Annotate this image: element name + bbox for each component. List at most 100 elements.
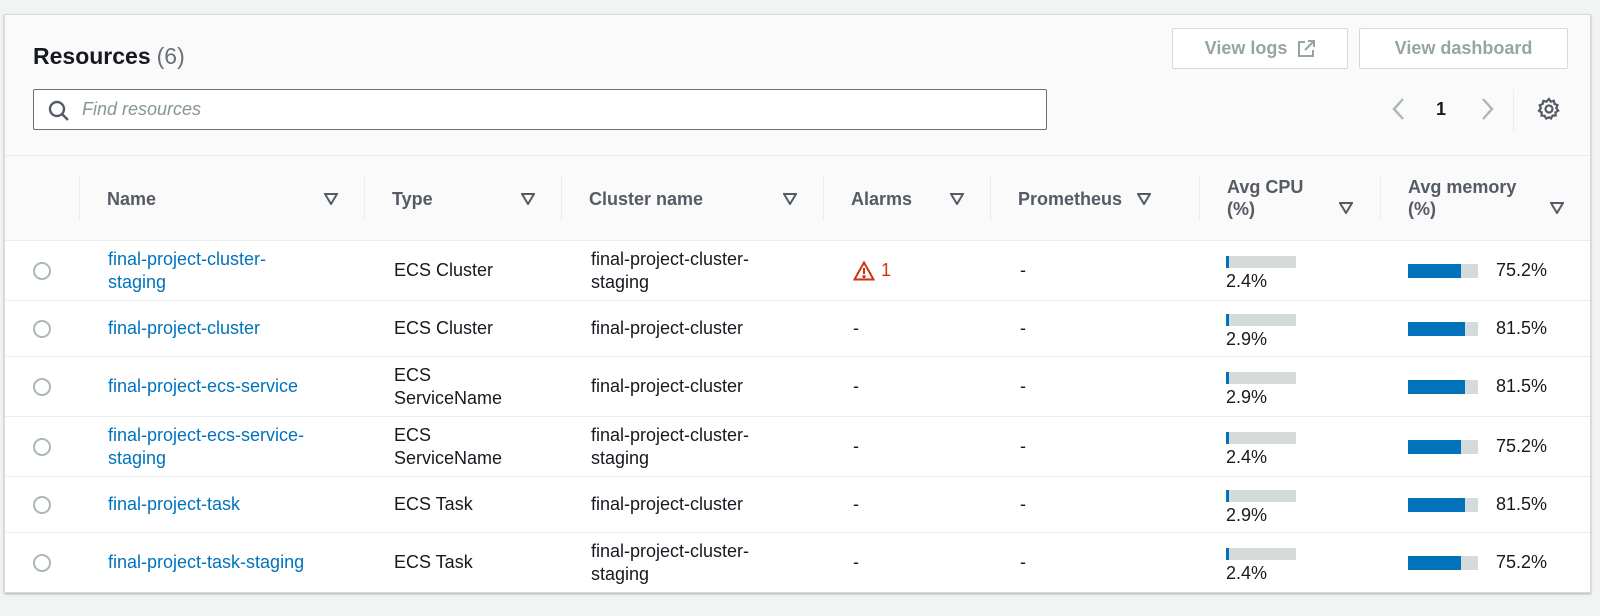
resource-link[interactable]: final-project-cluster-staging [108,248,266,294]
cpu-cell: 2.9% [1226,477,1366,532]
alarm-indicator[interactable]: 1 [853,259,891,282]
page-number[interactable]: 1 [1436,97,1446,121]
alarm-value: - [853,552,859,572]
column-alarms[interactable]: Alarms [823,156,990,241]
column-type[interactable]: Type [364,156,561,241]
cell-line: ServiceName [394,447,503,468]
cpu-progress-bar [1226,371,1296,384]
row-radio[interactable] [33,319,51,338]
column-label-line: Avg memory [1408,177,1517,197]
cpu-progress-fill [1226,255,1229,268]
view-logs-label: View logs [1204,38,1288,58]
memory-value: 81.5% [1496,494,1548,514]
cell-line: ServiceName [394,387,503,408]
cpu-cell: 2.4% [1226,241,1366,300]
resource-link[interactable]: final-project-cluster [108,317,260,340]
memory-progress-bar [1408,439,1478,454]
cpu-cell: 2.9% [1226,357,1366,416]
column-label: Avg memory (%) [1408,176,1516,220]
column-name[interactable]: Name [79,156,364,241]
type-value: ECS Cluster [394,259,493,282]
sort-caret-icon [1339,202,1353,214]
cpu-meter: 2.4% [1226,547,1296,584]
alarm-count: 1 [881,260,892,280]
column-label: Alarms [851,188,913,209]
cluster-value: final-project-cluster-staging [591,540,749,586]
column-label: Type [392,188,433,209]
column-divider [823,176,824,221]
type-cell: ECS Cluster [394,241,554,300]
cell-line: final-project-task [108,494,241,514]
row-radio[interactable] [33,495,51,514]
cluster-cell: final-project-cluster [591,477,816,532]
alarms-cell: - [853,301,983,356]
cluster-cell: final-project-cluster-staging [591,241,816,300]
name-cell: final-project-task [108,477,358,532]
type-value: ECS Task [394,493,473,516]
column-avg-cpu[interactable]: Avg CPU (%) [1199,156,1380,241]
cell-line: final-project-cluster [591,494,744,514]
column-cluster-name[interactable]: Cluster name [561,156,823,241]
cluster-value: final-project-cluster-staging [591,424,749,470]
table-row[interactable]: final-project-task ECS Task final-projec… [5,477,1590,533]
cell-line: final-project-task-staging [108,552,305,572]
row-radio[interactable] [33,553,51,572]
cell-line: staging [591,271,650,292]
column-divider [79,176,80,221]
cpu-progress-fill [1226,547,1229,560]
chevron-left-icon[interactable] [1391,97,1407,121]
resource-link[interactable]: final-project-task [108,493,240,516]
cpu-progress-bar [1226,431,1296,444]
resource-count: (6) [156,43,185,69]
view-logs-button[interactable]: View logs [1172,28,1348,69]
resource-link[interactable]: final-project-ecs-service-staging [108,424,304,470]
prometheus-cell: - [1020,241,1170,300]
alarm-value: - [853,494,859,514]
cpu-value: 2.4% [1226,562,1268,583]
search-input[interactable] [82,90,1032,129]
memory-progress-fill [1408,555,1461,570]
row-radio[interactable] [33,437,51,456]
cpu-meter: 2.9% [1226,489,1296,526]
panel-header: Resources(6) View logs View dashboard 1 [5,15,1590,156]
row-radio[interactable] [33,377,51,396]
type-cell: ECS Task [394,477,554,532]
table-row[interactable]: final-project-task-staging ECS Task fina… [5,533,1590,592]
gear-icon[interactable] [1537,97,1561,121]
column-label: Cluster name [589,188,704,209]
memory-value: 81.5% [1496,318,1548,338]
cell-line: ECS Cluster [394,318,494,338]
cluster-value: final-project-cluster [591,375,743,398]
cell-line: staging [108,447,167,468]
cell-line: final-project-cluster- [591,424,750,445]
type-value: ECS ServiceName [394,424,502,470]
table-row[interactable]: final-project-cluster ECS Cluster final-… [5,301,1590,357]
cpu-meter: 2.9% [1226,313,1296,350]
memory-progress-fill [1408,497,1466,512]
column-prometheus[interactable]: Prometheus [990,156,1179,241]
column-label-line: (%) [1227,199,1255,219]
alarm-value: - [853,436,859,456]
cell-line: staging [108,271,167,292]
prometheus-value: - [1020,318,1026,338]
resource-link[interactable]: final-project-ecs-service [108,375,298,398]
type-value: ECS ServiceName [394,364,502,410]
alarms-cell: 1 [853,241,983,300]
table-row[interactable]: final-project-ecs-service-staging ECS Ser… [5,417,1590,477]
type-cell: ECS ServiceName [394,357,554,416]
table-row[interactable]: final-project-ecs-service ECS ServiceName… [5,357,1590,417]
cluster-value: final-project-cluster [591,493,743,516]
memory-progress-bar [1408,263,1478,278]
cpu-value: 2.9% [1226,328,1268,349]
row-radio[interactable] [33,261,51,280]
prometheus-cell: - [1020,533,1170,592]
sort-caret-icon [950,193,964,205]
title-text: Resources [33,43,151,69]
view-dashboard-button[interactable]: View dashboard [1359,28,1568,69]
column-avg-memory[interactable]: Avg memory (%) [1380,156,1592,241]
memory-value: 75.2% [1496,260,1548,280]
table-row[interactable]: final-project-cluster-staging ECS Cluste… [5,241,1590,301]
column-label-line: (%) [1408,199,1436,219]
resource-link[interactable]: final-project-task-staging [108,551,304,574]
chevron-right-icon[interactable] [1479,97,1495,121]
